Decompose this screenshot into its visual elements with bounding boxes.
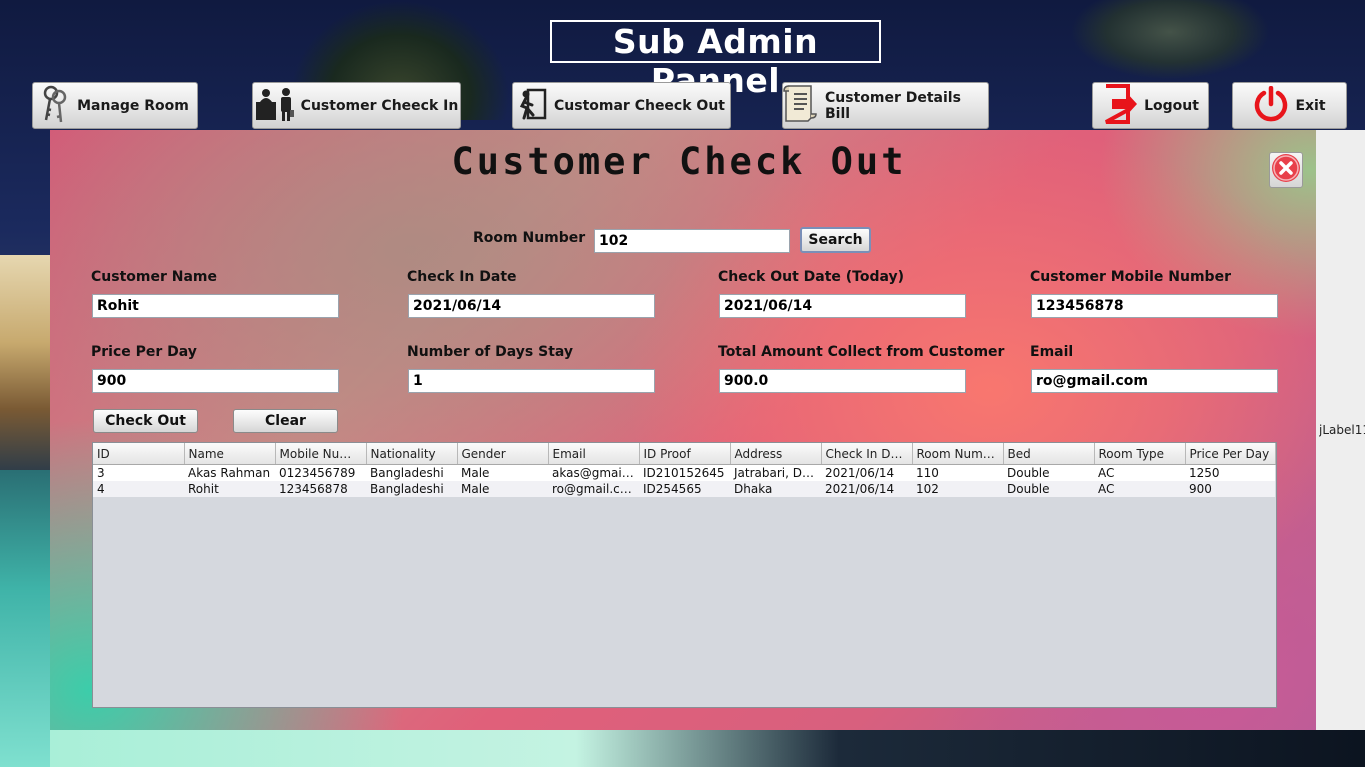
- check-out-button[interactable]: Check Out: [93, 409, 198, 433]
- customer-details-bill-label: Customer Details Bill: [825, 89, 961, 122]
- exit-label: Exit: [1295, 97, 1326, 114]
- room-number-label: Room Number: [473, 230, 586, 246]
- column-header-mobile[interactable]: Mobile Num...: [275, 443, 367, 465]
- price-per-day-label: Price Per Day: [91, 344, 197, 360]
- customer-mobile-input[interactable]: [1031, 294, 1278, 318]
- table-cell: 2021/06/14: [821, 464, 912, 481]
- check-in-date-label: Check In Date: [407, 269, 517, 285]
- clear-button[interactable]: Clear: [233, 409, 338, 433]
- table-cell: Akas Rahman: [184, 464, 275, 481]
- close-button[interactable]: [1269, 152, 1303, 188]
- table-cell: Double: [1003, 464, 1094, 481]
- total-amount-input[interactable]: [719, 369, 966, 393]
- column-header-price-per-day[interactable]: Price Per Day: [1185, 443, 1276, 465]
- column-header-room-number[interactable]: Room Numb...: [912, 443, 1004, 465]
- customer-check-out-button[interactable]: Customar Cheeck Out: [512, 82, 731, 129]
- table-cell: 900: [1185, 481, 1275, 497]
- table-cell: Double: [1003, 481, 1094, 497]
- table-cell: 3: [93, 464, 184, 481]
- table-cell: 102: [912, 481, 1003, 497]
- table-cell: 110: [912, 464, 1003, 481]
- table-cell: ID254565: [639, 481, 730, 497]
- table-cell: 2021/06/14: [821, 481, 912, 497]
- receipt-icon: [783, 83, 819, 129]
- table-cell: Male: [457, 464, 548, 481]
- background-bottom: [50, 730, 1365, 767]
- table-cell: ID210152645: [639, 464, 730, 481]
- table-row[interactable]: 4 Rohit 123456878 Bangladeshi Male ro@gm…: [93, 481, 1275, 497]
- table-cell: ro@gmail.com: [548, 481, 639, 497]
- close-circle-icon: [1271, 153, 1301, 187]
- email-label: Email: [1030, 344, 1074, 360]
- column-header-check-in-date[interactable]: Check In Date: [821, 443, 913, 465]
- logout-arrow-icon: [1102, 83, 1138, 128]
- column-header-id[interactable]: ID: [93, 443, 185, 465]
- logout-button[interactable]: Logout: [1092, 82, 1209, 129]
- table-cell: 123456878: [275, 481, 366, 497]
- days-stay-input[interactable]: [408, 369, 655, 393]
- customer-details-bill-button[interactable]: Customer Details Bill: [782, 82, 989, 129]
- table-cell: 0123456789: [275, 464, 366, 481]
- exit-button[interactable]: Exit: [1232, 82, 1347, 129]
- background-pool: [0, 470, 50, 767]
- side-label: jLabel11: [1319, 423, 1365, 437]
- customer-check-out-label: Customar Cheeck Out: [554, 97, 725, 114]
- background-building: [0, 255, 50, 475]
- table-cell: 1250: [1185, 464, 1275, 481]
- check-out-panel: Customer Check Out Room Number Search Cu…: [50, 130, 1316, 730]
- table-cell: Jatrabari, Dh...: [730, 464, 821, 481]
- table-cell: AC: [1094, 481, 1185, 497]
- search-button[interactable]: Search: [800, 227, 871, 253]
- table-cell: AC: [1094, 464, 1185, 481]
- total-amount-label: Total Amount Collect from Customer: [718, 344, 1005, 360]
- price-per-day-input[interactable]: [92, 369, 339, 393]
- customer-mobile-label: Customer Mobile Number: [1030, 269, 1231, 285]
- manage-room-label: Manage Room: [77, 97, 189, 114]
- customer-name-label: Customer Name: [91, 269, 217, 285]
- email-input[interactable]: [1031, 369, 1278, 393]
- table-row[interactable]: 3 Akas Rahman 0123456789 Bangladeshi Mal…: [93, 464, 1275, 481]
- column-header-name[interactable]: Name: [184, 443, 276, 465]
- column-header-email[interactable]: Email: [548, 443, 640, 465]
- table-cell: akas@gmail....: [548, 464, 639, 481]
- check-out-date-label: Check Out Date (Today): [718, 269, 905, 285]
- column-header-nationality[interactable]: Nationality: [366, 443, 458, 465]
- column-header-address[interactable]: Address: [730, 443, 822, 465]
- column-header-id-proof[interactable]: ID Proof: [639, 443, 731, 465]
- app-title: Sub Admin Pannel: [550, 20, 881, 100]
- table-header-row: ID Name Mobile Num... Nationality Gender…: [93, 443, 1276, 465]
- column-header-bed[interactable]: Bed: [1003, 443, 1095, 465]
- customer-check-in-button[interactable]: Customer Cheeck In: [252, 82, 461, 129]
- column-header-room-type[interactable]: Room Type: [1094, 443, 1186, 465]
- customer-name-input[interactable]: [92, 294, 339, 318]
- table-cell: Rohit: [184, 481, 275, 497]
- panel-title: Customer Check Out: [451, 140, 907, 183]
- table-cell: Bangladeshi: [366, 481, 457, 497]
- keys-icon: [41, 84, 71, 128]
- logout-label: Logout: [1144, 97, 1199, 114]
- table-cell: Bangladeshi: [366, 464, 457, 481]
- table-cell: Male: [457, 481, 548, 497]
- table-cell: Dhaka: [730, 481, 821, 497]
- manage-room-button[interactable]: Manage Room: [32, 82, 198, 129]
- check-out-date-input[interactable]: [719, 294, 966, 318]
- reception-icon: [255, 86, 295, 126]
- exit-door-icon: [518, 88, 548, 124]
- check-in-date-input[interactable]: [408, 294, 655, 318]
- table-cell: 4: [93, 481, 184, 497]
- room-number-input[interactable]: [594, 229, 790, 253]
- power-icon: [1253, 85, 1289, 126]
- column-header-gender[interactable]: Gender: [457, 443, 549, 465]
- background-palm: [1070, 0, 1270, 80]
- customer-table[interactable]: ID Name Mobile Num... Nationality Gender…: [92, 442, 1277, 708]
- customer-check-in-label: Customer Cheeck In: [300, 97, 459, 114]
- days-stay-label: Number of Days Stay: [407, 344, 574, 360]
